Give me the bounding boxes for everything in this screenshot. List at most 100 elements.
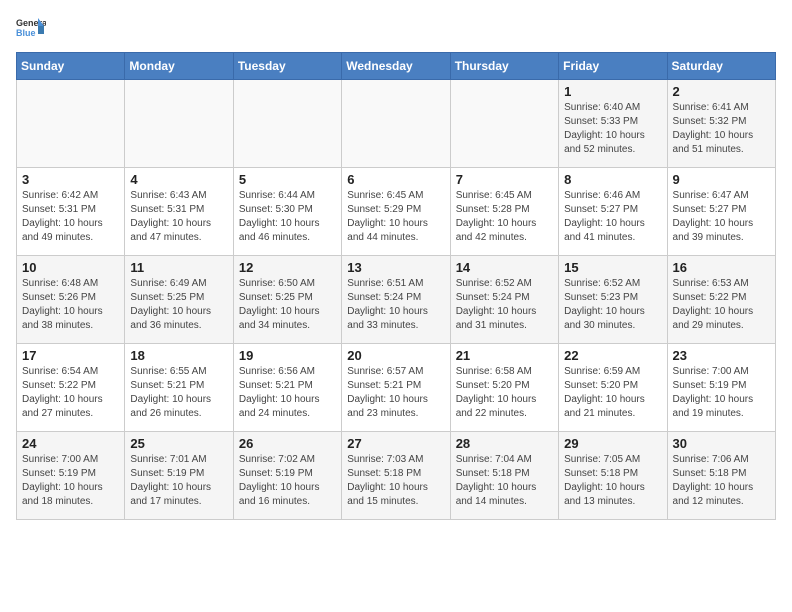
day-number: 24: [22, 436, 119, 451]
calendar-week-row: 3Sunrise: 6:42 AM Sunset: 5:31 PM Daylig…: [17, 168, 776, 256]
calendar-cell: 3Sunrise: 6:42 AM Sunset: 5:31 PM Daylig…: [17, 168, 125, 256]
day-info: Sunrise: 6:45 AM Sunset: 5:28 PM Dayligh…: [456, 189, 553, 245]
calendar-cell: [17, 80, 125, 168]
day-number: 4: [130, 172, 227, 187]
day-info: Sunrise: 6:58 AM Sunset: 5:20 PM Dayligh…: [456, 365, 553, 421]
day-number: 9: [673, 172, 770, 187]
day-number: 11: [130, 260, 227, 275]
calendar-cell: 15Sunrise: 6:52 AM Sunset: 5:23 PM Dayli…: [559, 256, 667, 344]
calendar-week-row: 10Sunrise: 6:48 AM Sunset: 5:26 PM Dayli…: [17, 256, 776, 344]
day-info: Sunrise: 6:44 AM Sunset: 5:30 PM Dayligh…: [239, 189, 336, 245]
calendar-cell: 24 Sunrise: 7:00 AM Sunset: 5:19 PM Dayli…: [17, 432, 125, 520]
day-info: Sunrise: 6:43 AM Sunset: 5:31 PM Dayligh…: [130, 189, 227, 245]
calendar-cell: 17 Sunrise: 6:54 AM Sunset: 5:22 PM Dayli…: [17, 344, 125, 432]
day-info: Sunrise: 7:00 AM Sunset: 5:19 PM Dayligh…: [673, 365, 770, 421]
calendar-cell: 22Sunrise: 6:59 AM Sunset: 5:20 PM Dayli…: [559, 344, 667, 432]
day-number: 21: [456, 348, 553, 363]
day-info: Sunrise: 7:00 AM Sunset: 5:19 PM Dayligh…: [22, 453, 119, 509]
day-info: Sunrise: 7:03 AM Sunset: 5:18 PM Dayligh…: [347, 453, 444, 509]
day-info: Sunrise: 6:49 AM Sunset: 5:25 PM Dayligh…: [130, 277, 227, 333]
day-info: Sunrise: 6:52 AM Sunset: 5:24 PM Dayligh…: [456, 277, 553, 333]
day-info: Sunrise: 6:52 AM Sunset: 5:23 PM Dayligh…: [564, 277, 661, 333]
day-number: 30: [673, 436, 770, 451]
day-number: 10: [22, 260, 119, 275]
day-info: Sunrise: 6:56 AM Sunset: 5:21 PM Dayligh…: [239, 365, 336, 421]
day-number: 18: [130, 348, 227, 363]
day-info: Sunrise: 6:45 AM Sunset: 5:29 PM Dayligh…: [347, 189, 444, 245]
day-info: Sunrise: 6:50 AM Sunset: 5:25 PM Dayligh…: [239, 277, 336, 333]
day-number: 1: [564, 84, 661, 99]
day-number: 20: [347, 348, 444, 363]
calendar-cell: 14 Sunrise: 6:52 AM Sunset: 5:24 PM Dayli…: [450, 256, 558, 344]
day-number: 13: [347, 260, 444, 275]
day-number: 23: [673, 348, 770, 363]
weekday-header-thursday: Thursday: [450, 53, 558, 80]
day-number: 3: [22, 172, 119, 187]
day-info: Sunrise: 7:01 AM Sunset: 5:19 PM Dayligh…: [130, 453, 227, 509]
day-number: 7: [456, 172, 553, 187]
day-info: Sunrise: 6:51 AM Sunset: 5:24 PM Dayligh…: [347, 277, 444, 333]
calendar-cell: 30 Sunrise: 7:06 AM Sunset: 5:18 PM Dayli…: [667, 432, 775, 520]
calendar-cell: 13 Sunrise: 6:51 AM Sunset: 5:24 PM Dayli…: [342, 256, 450, 344]
calendar-cell: 23 Sunrise: 7:00 AM Sunset: 5:19 PM Dayli…: [667, 344, 775, 432]
logo: General Blue: [16, 16, 50, 40]
day-info: Sunrise: 7:02 AM Sunset: 5:19 PM Dayligh…: [239, 453, 336, 509]
day-number: 8: [564, 172, 661, 187]
weekday-header-tuesday: Tuesday: [233, 53, 341, 80]
day-info: Sunrise: 7:05 AM Sunset: 5:18 PM Dayligh…: [564, 453, 661, 509]
calendar-cell: 10Sunrise: 6:48 AM Sunset: 5:26 PM Dayli…: [17, 256, 125, 344]
svg-text:Blue: Blue: [16, 28, 36, 38]
calendar-week-row: 24 Sunrise: 7:00 AM Sunset: 5:19 PM Dayli…: [17, 432, 776, 520]
day-info: Sunrise: 6:46 AM Sunset: 5:27 PM Dayligh…: [564, 189, 661, 245]
day-number: 27: [347, 436, 444, 451]
calendar-cell: [342, 80, 450, 168]
calendar-cell: [125, 80, 233, 168]
day-info: Sunrise: 6:54 AM Sunset: 5:22 PM Dayligh…: [22, 365, 119, 421]
calendar-week-row: 1 Sunrise: 6:40 AM Sunset: 5:33 PM Daylig…: [17, 80, 776, 168]
day-number: 14: [456, 260, 553, 275]
calendar-cell: 12 Sunrise: 6:50 AM Sunset: 5:25 PM Dayli…: [233, 256, 341, 344]
calendar-cell: 28Sunrise: 7:04 AM Sunset: 5:18 PM Dayli…: [450, 432, 558, 520]
day-number: 16: [673, 260, 770, 275]
calendar-cell: 20Sunrise: 6:57 AM Sunset: 5:21 PM Dayli…: [342, 344, 450, 432]
calendar-cell: 5Sunrise: 6:44 AM Sunset: 5:30 PM Daylig…: [233, 168, 341, 256]
weekday-header-sunday: Sunday: [17, 53, 125, 80]
weekday-header-row: SundayMondayTuesdayWednesdayThursdayFrid…: [17, 53, 776, 80]
day-number: 26: [239, 436, 336, 451]
weekday-header-wednesday: Wednesday: [342, 53, 450, 80]
day-number: 22: [564, 348, 661, 363]
day-number: 6: [347, 172, 444, 187]
weekday-header-saturday: Saturday: [667, 53, 775, 80]
day-info: Sunrise: 6:41 AM Sunset: 5:32 PM Dayligh…: [673, 101, 770, 157]
calendar-cell: 25 Sunrise: 7:01 AM Sunset: 5:19 PM Dayli…: [125, 432, 233, 520]
logo-icon: General Blue: [16, 16, 46, 40]
calendar-cell: 26 Sunrise: 7:02 AM Sunset: 5:19 PM Dayli…: [233, 432, 341, 520]
calendar-table: SundayMondayTuesdayWednesdayThursdayFrid…: [16, 52, 776, 520]
day-info: Sunrise: 6:40 AM Sunset: 5:33 PM Dayligh…: [564, 101, 661, 157]
calendar-cell: 6 Sunrise: 6:45 AM Sunset: 5:29 PM Daylig…: [342, 168, 450, 256]
day-number: 25: [130, 436, 227, 451]
day-info: Sunrise: 6:53 AM Sunset: 5:22 PM Dayligh…: [673, 277, 770, 333]
day-number: 2: [673, 84, 770, 99]
calendar-cell: 16 Sunrise: 6:53 AM Sunset: 5:22 PM Dayli…: [667, 256, 775, 344]
calendar-cell: 27 Sunrise: 7:03 AM Sunset: 5:18 PM Dayli…: [342, 432, 450, 520]
calendar-cell: 21 Sunrise: 6:58 AM Sunset: 5:20 PM Dayli…: [450, 344, 558, 432]
calendar-cell: [233, 80, 341, 168]
day-number: 17: [22, 348, 119, 363]
day-number: 29: [564, 436, 661, 451]
calendar-cell: 9 Sunrise: 6:47 AM Sunset: 5:27 PM Daylig…: [667, 168, 775, 256]
day-number: 12: [239, 260, 336, 275]
calendar-cell: 8 Sunrise: 6:46 AM Sunset: 5:27 PM Daylig…: [559, 168, 667, 256]
day-number: 19: [239, 348, 336, 363]
day-info: Sunrise: 6:55 AM Sunset: 5:21 PM Dayligh…: [130, 365, 227, 421]
weekday-header-monday: Monday: [125, 53, 233, 80]
calendar-cell: 11 Sunrise: 6:49 AM Sunset: 5:25 PM Dayli…: [125, 256, 233, 344]
page-header: General Blue: [16, 16, 776, 40]
calendar-week-row: 17 Sunrise: 6:54 AM Sunset: 5:22 PM Dayli…: [17, 344, 776, 432]
calendar-cell: [450, 80, 558, 168]
weekday-header-friday: Friday: [559, 53, 667, 80]
calendar-cell: 2 Sunrise: 6:41 AM Sunset: 5:32 PM Daylig…: [667, 80, 775, 168]
day-info: Sunrise: 7:06 AM Sunset: 5:18 PM Dayligh…: [673, 453, 770, 509]
calendar-cell: 19 Sunrise: 6:56 AM Sunset: 5:21 PM Dayli…: [233, 344, 341, 432]
day-info: Sunrise: 6:47 AM Sunset: 5:27 PM Dayligh…: [673, 189, 770, 245]
